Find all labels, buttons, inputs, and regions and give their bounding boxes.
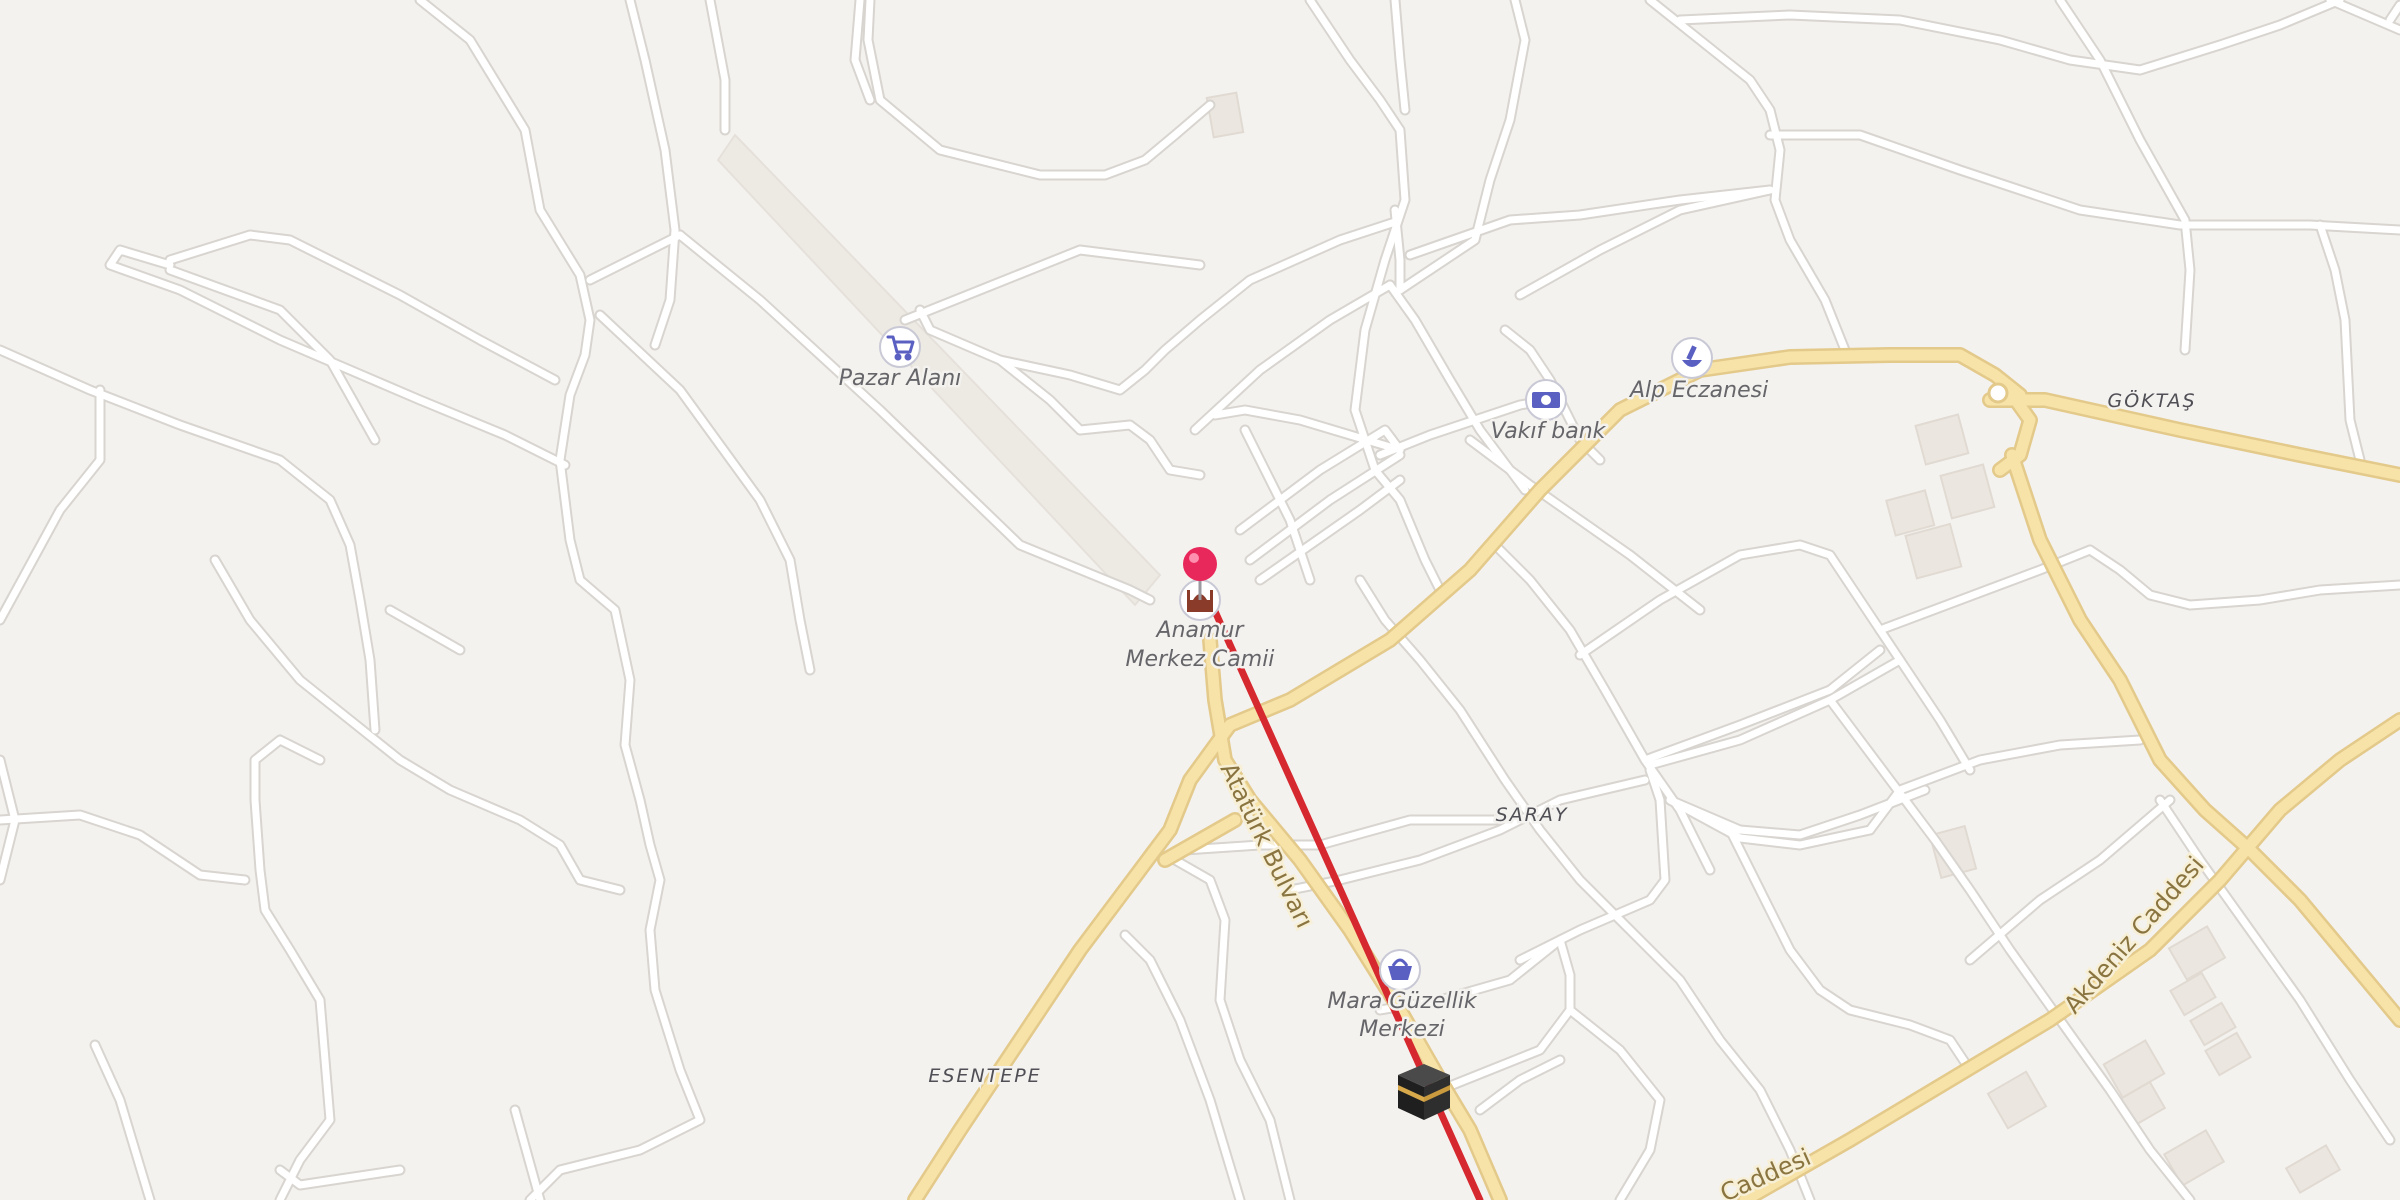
poi-label: Vakıf bank <box>1491 419 1607 444</box>
roundabout <box>1987 382 2009 404</box>
banknote-icon <box>1532 392 1560 408</box>
poi-label-line2: Merkezi <box>1359 1017 1445 1042</box>
kaaba-icon[interactable] <box>1398 1064 1450 1120</box>
poi-label-line1: Mara Güzellik <box>1327 989 1477 1014</box>
area-label-esentepe: ESENTEPE <box>928 1065 1041 1087</box>
area-label-saray: SARAY <box>1496 804 1569 826</box>
poi-label: Pazar Alanı <box>839 366 962 391</box>
poi-label: Alp Eczanesi <box>1628 378 1768 403</box>
map-canvas[interactable]: Pazar Alanı Vakıf bank Alp Eczanesi Mara… <box>0 0 2400 1200</box>
area-label-goktas: GÖKTAŞ <box>2107 389 2196 412</box>
poi-label-line2: Merkez Camii <box>1126 647 1275 672</box>
poi-label-line1: Anamur <box>1155 618 1246 643</box>
